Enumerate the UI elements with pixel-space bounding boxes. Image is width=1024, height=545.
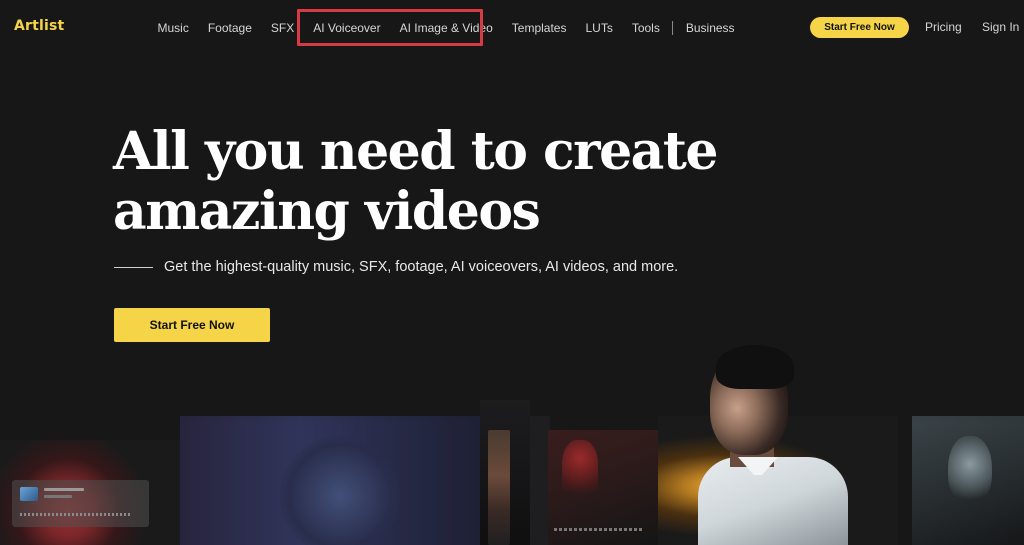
nav-link-ai-voiceover[interactable]: AI Voiceover [313, 21, 380, 35]
hero-start-free-button[interactable]: Start Free Now [114, 308, 270, 342]
track-thumbnail [20, 487, 38, 501]
nav-divider [672, 21, 674, 35]
nav-link-sign-in[interactable]: Sign In [982, 20, 1019, 34]
nav-link-tools[interactable]: Tools [632, 21, 660, 35]
hero-title-line-2: amazing videos [113, 181, 541, 242]
subtitle-dash [114, 267, 153, 268]
media-tile-performer [180, 416, 480, 545]
waveform [20, 513, 130, 516]
artlist-homepage: Artlist Music Footage SFX AI Voiceover A… [0, 0, 1024, 545]
nav-link-music[interactable]: Music [158, 21, 189, 35]
hero-title: All you need to create amazing videos [113, 122, 733, 242]
top-navbar: Artlist Music Footage SFX AI Voiceover A… [0, 0, 1024, 56]
hero-subtitle: Get the highest-quality music, SFX, foot… [164, 259, 679, 275]
media-tile-dark [530, 416, 550, 545]
nav-link-pricing[interactable]: Pricing [925, 20, 962, 34]
hero-title-line-1: All you need to create [113, 121, 718, 182]
nav-link-business[interactable]: Business [686, 21, 735, 35]
media-tile-singer [548, 430, 658, 545]
media-collage [0, 400, 1024, 545]
nav-link-ai-image-video[interactable]: AI Image & Video [400, 21, 493, 35]
nav-link-templates[interactable]: Templates [512, 21, 567, 35]
nav-links: Music Footage SFX AI Voiceover AI Image … [148, 0, 744, 56]
nav-link-sfx[interactable]: SFX [271, 21, 294, 35]
nav-link-footage[interactable]: Footage [208, 21, 252, 35]
artlist-logo[interactable]: Artlist [14, 18, 64, 34]
media-tile-phone [480, 400, 530, 545]
media-tile-glass [912, 416, 1024, 545]
audio-player-card [12, 480, 149, 527]
nav-start-free-button[interactable]: Start Free Now [810, 17, 909, 38]
nav-link-luts[interactable]: LUTs [585, 21, 612, 35]
hero-person-image [690, 345, 870, 545]
